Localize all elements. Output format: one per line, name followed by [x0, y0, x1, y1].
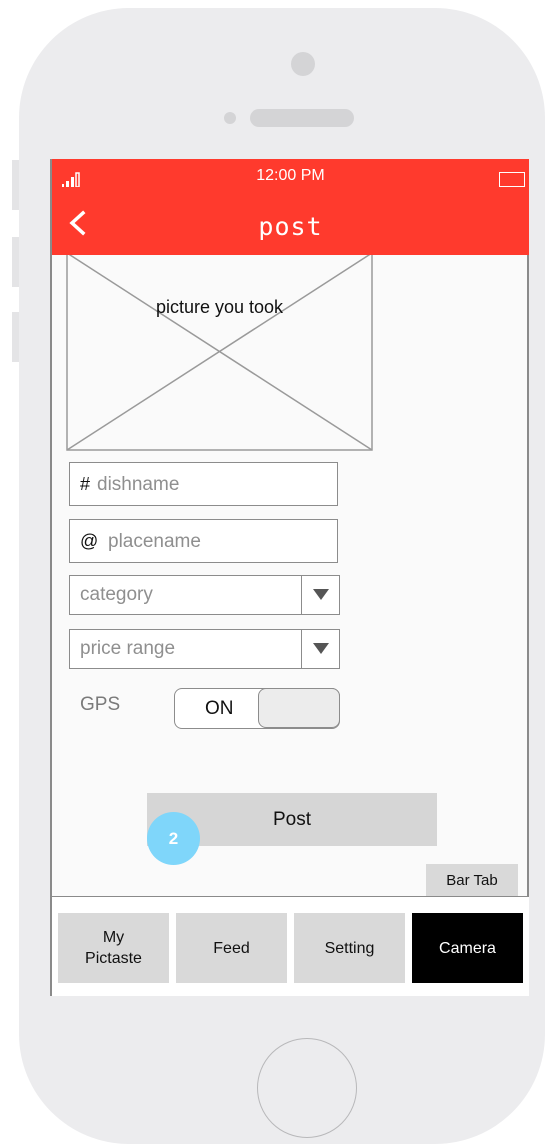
- page-title: post: [258, 212, 323, 241]
- gps-label: GPS: [80, 694, 121, 715]
- status-time: 12:00 PM: [256, 167, 325, 184]
- category-value: category: [80, 584, 153, 605]
- tab-bar: My Pictaste Feed Setting Camera: [52, 896, 529, 996]
- mute-switch: [12, 160, 19, 210]
- home-button[interactable]: [257, 1038, 357, 1138]
- bar-tab-annotation: Bar Tab: [426, 864, 518, 896]
- volume-up-button: [12, 237, 19, 287]
- speaker-grille: [250, 109, 354, 127]
- placename-placeholder: placename: [108, 531, 201, 552]
- photo-placeholder[interactable]: [66, 255, 373, 451]
- toggle-knob[interactable]: [258, 688, 340, 728]
- price-range-dropdown-button[interactable]: [301, 630, 339, 668]
- gps-toggle[interactable]: ON: [174, 688, 340, 729]
- dropdown-arrow-icon: [313, 589, 329, 600]
- price-range-value: price range: [80, 638, 176, 659]
- tab-camera[interactable]: Camera: [412, 913, 523, 983]
- at-sign-icon: @: [80, 531, 99, 551]
- step-badge: 2: [147, 812, 200, 865]
- photo-label: picture you took: [155, 297, 284, 317]
- placename-field[interactable]: @ placename: [69, 519, 338, 563]
- sensor: [224, 112, 236, 124]
- status-bar: 12:00 PM: [52, 159, 529, 196]
- volume-down-button: [12, 312, 19, 362]
- nav-bar: post: [52, 196, 529, 255]
- battery-icon: [499, 172, 525, 187]
- dropdown-arrow-icon: [313, 643, 329, 654]
- gps-toggle-state: ON: [205, 698, 234, 719]
- price-range-select[interactable]: price range: [69, 629, 340, 669]
- category-select[interactable]: category: [69, 575, 340, 615]
- dishname-placeholder: dishname: [97, 474, 180, 495]
- front-camera: [291, 52, 315, 76]
- dishname-field[interactable]: # dishname: [69, 462, 338, 506]
- category-dropdown-button[interactable]: [301, 576, 339, 614]
- tab-my-pictaste[interactable]: My Pictaste: [58, 913, 169, 983]
- hashtag-icon: #: [80, 474, 91, 494]
- post-button-label: Post: [272, 808, 312, 830]
- tab-feed[interactable]: Feed: [176, 913, 287, 983]
- tab-setting[interactable]: Setting: [294, 913, 405, 983]
